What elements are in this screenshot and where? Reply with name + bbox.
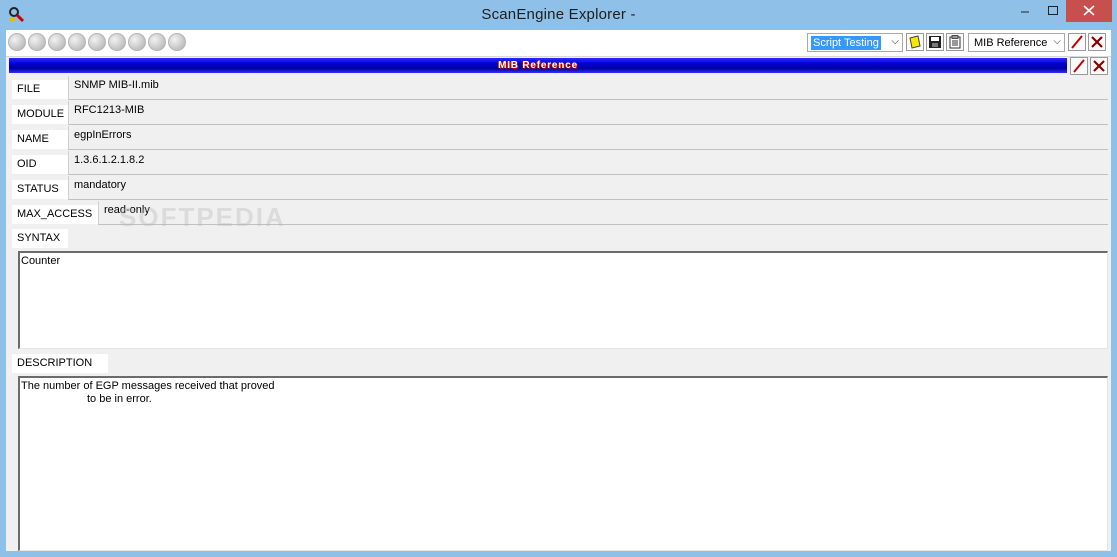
chevron-down-icon: ⌵ xyxy=(1053,36,1061,47)
panel-edit-button[interactable] xyxy=(1070,57,1088,75)
file-label: FILE xyxy=(12,80,68,99)
maximize-button[interactable] xyxy=(1038,0,1068,22)
script-select-value: Script Testing xyxy=(811,36,881,50)
close-icon xyxy=(1091,36,1103,48)
oid-label: OID xyxy=(12,155,68,174)
close-pane-button[interactable] xyxy=(1088,33,1106,51)
pencil-icon xyxy=(1071,35,1083,49)
name-row: NAME egpInErrors xyxy=(12,126,1108,151)
status-value[interactable]: mandatory xyxy=(68,176,1108,200)
max-access-value[interactable]: read-only xyxy=(98,201,1108,225)
oid-value[interactable]: 1.3.6.1.2.1.8.2 xyxy=(68,151,1108,175)
title-bar: ScanEngine Explorer - xyxy=(0,0,1117,30)
syntax-textbox[interactable]: Counter xyxy=(18,251,1108,349)
status-light-3[interactable] xyxy=(48,33,66,51)
module-value[interactable]: RFC1213-MIB xyxy=(68,101,1108,125)
close-window-button[interactable] xyxy=(1066,0,1112,22)
description-label: DESCRIPTION xyxy=(12,354,108,373)
status-light-8[interactable] xyxy=(148,33,166,51)
description-line-2: to be in error. xyxy=(87,393,152,405)
save-button[interactable] xyxy=(926,33,944,51)
module-label: MODULE xyxy=(12,105,68,124)
copy-button[interactable] xyxy=(946,33,964,51)
mib-select[interactable]: MIB Reference ⌵ xyxy=(968,33,1065,52)
toolbar: Script Testing ⌵ MIB Reference ⌵ xyxy=(6,30,1111,57)
open-button[interactable] xyxy=(906,33,924,51)
status-light-4[interactable] xyxy=(68,33,86,51)
module-row: MODULE RFC1213-MIB xyxy=(12,101,1108,126)
max-access-label: MAX_ACCESS xyxy=(12,205,98,224)
status-row: STATUS mandatory xyxy=(12,176,1108,201)
panel-banner-title: MIB Reference xyxy=(498,60,578,71)
max-access-row: MAX_ACCESS read-only xyxy=(12,201,1108,226)
description-line-1: The number of EGP messages received that… xyxy=(21,380,275,392)
chevron-down-icon: ⌵ xyxy=(891,36,899,47)
status-light-1[interactable] xyxy=(8,33,26,51)
status-indicators xyxy=(8,33,188,53)
status-label: STATUS xyxy=(12,180,68,199)
name-value[interactable]: egpInErrors xyxy=(68,126,1108,150)
edit-button[interactable] xyxy=(1068,33,1086,51)
description-textbox[interactable]: The number of EGP messages received that… xyxy=(18,376,1108,551)
status-light-6[interactable] xyxy=(108,33,126,51)
close-icon xyxy=(1083,5,1095,16)
script-select[interactable]: Script Testing ⌵ xyxy=(807,33,903,52)
syntax-label: SYNTAX xyxy=(12,229,68,248)
panel-close-button[interactable] xyxy=(1090,57,1108,75)
close-icon xyxy=(1093,60,1105,72)
client-area: Script Testing ⌵ MIB Reference ⌵ MIB Ref… xyxy=(6,30,1111,551)
maximize-icon xyxy=(1048,6,1058,15)
clipboard-icon xyxy=(949,35,961,49)
status-light-7[interactable] xyxy=(128,33,146,51)
file-row: FILE SNMP MIB-II.mib xyxy=(12,76,1108,101)
minimize-button[interactable] xyxy=(1010,0,1040,22)
window-title: ScanEngine Explorer - xyxy=(481,6,636,23)
name-label: NAME xyxy=(12,130,68,149)
oid-row: OID 1.3.6.1.2.1.8.2 xyxy=(12,151,1108,176)
floppy-disk-icon xyxy=(929,36,941,48)
minimize-icon xyxy=(1021,11,1029,13)
status-light-5[interactable] xyxy=(88,33,106,51)
folder-open-icon xyxy=(909,35,921,49)
file-value[interactable]: SNMP MIB-II.mib xyxy=(68,76,1108,100)
pencil-icon xyxy=(1073,59,1085,73)
status-light-2[interactable] xyxy=(28,33,46,51)
status-light-9[interactable] xyxy=(168,33,186,51)
mib-select-value: MIB Reference xyxy=(974,37,1048,49)
panel-banner: MIB Reference xyxy=(9,58,1067,73)
